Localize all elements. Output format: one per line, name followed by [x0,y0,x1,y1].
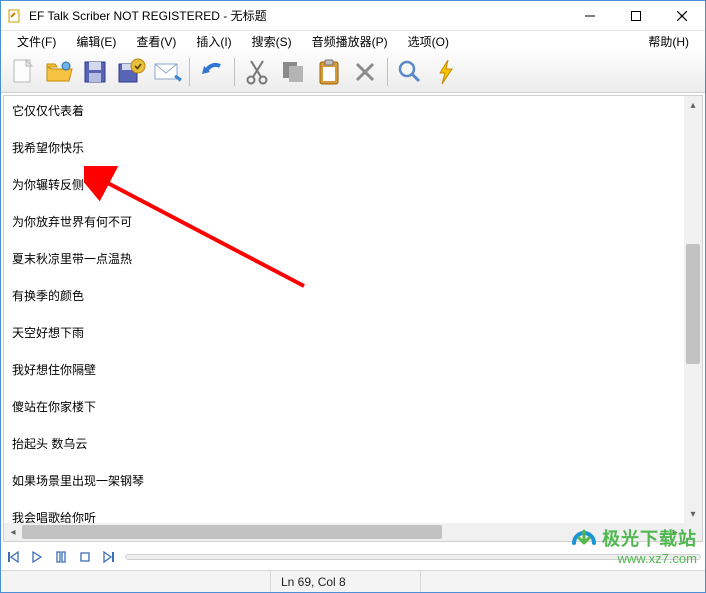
scroll-left-arrow[interactable]: ◂ [4,523,22,541]
menu-edit[interactable]: 编辑(E) [66,33,126,50]
pause-button[interactable] [53,549,69,565]
text-line: 为你辗转反侧 [12,176,676,193]
editor-area: 它仅仅代表着我希望你快乐为你辗转反侧为你放弃世界有何不可夏末秋凉里带一点温热有换… [3,95,703,542]
scroll-down-arrow[interactable]: ▾ [684,505,702,523]
close-button[interactable] [659,1,705,30]
menu-help[interactable]: 帮助(H) [638,33,699,50]
text-line: 我好想住你隔壁 [12,361,676,378]
scroll-corner [684,523,702,541]
toolbar-separator [387,58,388,86]
text-editor[interactable]: 它仅仅代表着我希望你快乐为你辗转反侧为你放弃世界有何不可夏末秋凉里带一点温热有换… [4,96,684,523]
text-line: 如果场景里出现一架钢琴 [12,472,676,489]
open-button[interactable] [43,56,75,88]
text-line: 傻站在你家楼下 [12,398,676,415]
toolbar [1,51,705,93]
horizontal-scrollbar[interactable]: ◂ ▸ [4,523,684,541]
maximize-button[interactable] [613,1,659,30]
menu-audio[interactable]: 音频播放器(P) [302,33,398,50]
text-line: 我会唱歌给你听 [12,509,676,523]
bolt-button[interactable] [430,56,462,88]
save-all-button[interactable] [115,56,147,88]
new-button[interactable] [7,56,39,88]
app-window: EF Talk Scriber NOT REGISTERED - 无标题 文件(… [0,0,706,593]
text-line: 它仅仅代表着 [12,102,676,119]
delete-button[interactable] [349,56,381,88]
stop-button[interactable] [77,549,93,565]
menu-search[interactable]: 搜索(S) [242,33,302,50]
text-line: 我希望你快乐 [12,139,676,156]
undo-button[interactable] [196,56,228,88]
menu-view[interactable]: 查看(V) [126,33,186,50]
scroll-thumb[interactable] [686,244,700,364]
scroll-up-arrow[interactable]: ▴ [684,96,702,114]
skip-start-button[interactable] [5,549,21,565]
scroll-track[interactable] [684,114,702,505]
save-button[interactable] [79,56,111,88]
toolbar-separator [189,58,190,86]
cut-button[interactable] [241,56,273,88]
text-line: 有换季的颜色 [12,287,676,304]
playback-bar [1,544,705,570]
scroll-right-arrow[interactable]: ▸ [666,523,684,541]
scroll-thumb[interactable] [22,525,442,539]
menu-options[interactable]: 选项(O) [398,33,459,50]
menubar: 文件(F) 编辑(E) 查看(V) 插入(I) 搜索(S) 音频播放器(P) 选… [1,31,705,51]
text-line: 天空好想下雨 [12,324,676,341]
window-controls [567,1,705,30]
titlebar: EF Talk Scriber NOT REGISTERED - 无标题 [1,1,705,31]
skip-end-button[interactable] [101,549,117,565]
statusbar: Ln 69, Col 8 [1,570,705,592]
text-line: 夏末秋凉里带一点温热 [12,250,676,267]
copy-button[interactable] [277,56,309,88]
toolbar-separator [234,58,235,86]
scroll-track[interactable] [22,523,666,541]
window-title: EF Talk Scriber NOT REGISTERED - 无标题 [29,7,567,24]
text-line: 抬起头 数乌云 [12,435,676,452]
paste-button[interactable] [313,56,345,88]
menu-file[interactable]: 文件(F) [7,33,66,50]
text-line: 为你放弃世界有何不可 [12,213,676,230]
play-button[interactable] [29,549,45,565]
find-button[interactable] [394,56,426,88]
app-icon [7,8,23,24]
playback-track[interactable] [125,554,701,560]
menu-insert[interactable]: 插入(I) [186,33,241,50]
minimize-button[interactable] [567,1,613,30]
status-cell-1 [1,571,271,592]
mail-button[interactable] [151,56,183,88]
status-position: Ln 69, Col 8 [271,571,421,592]
vertical-scrollbar[interactable]: ▴ ▾ [684,96,702,523]
